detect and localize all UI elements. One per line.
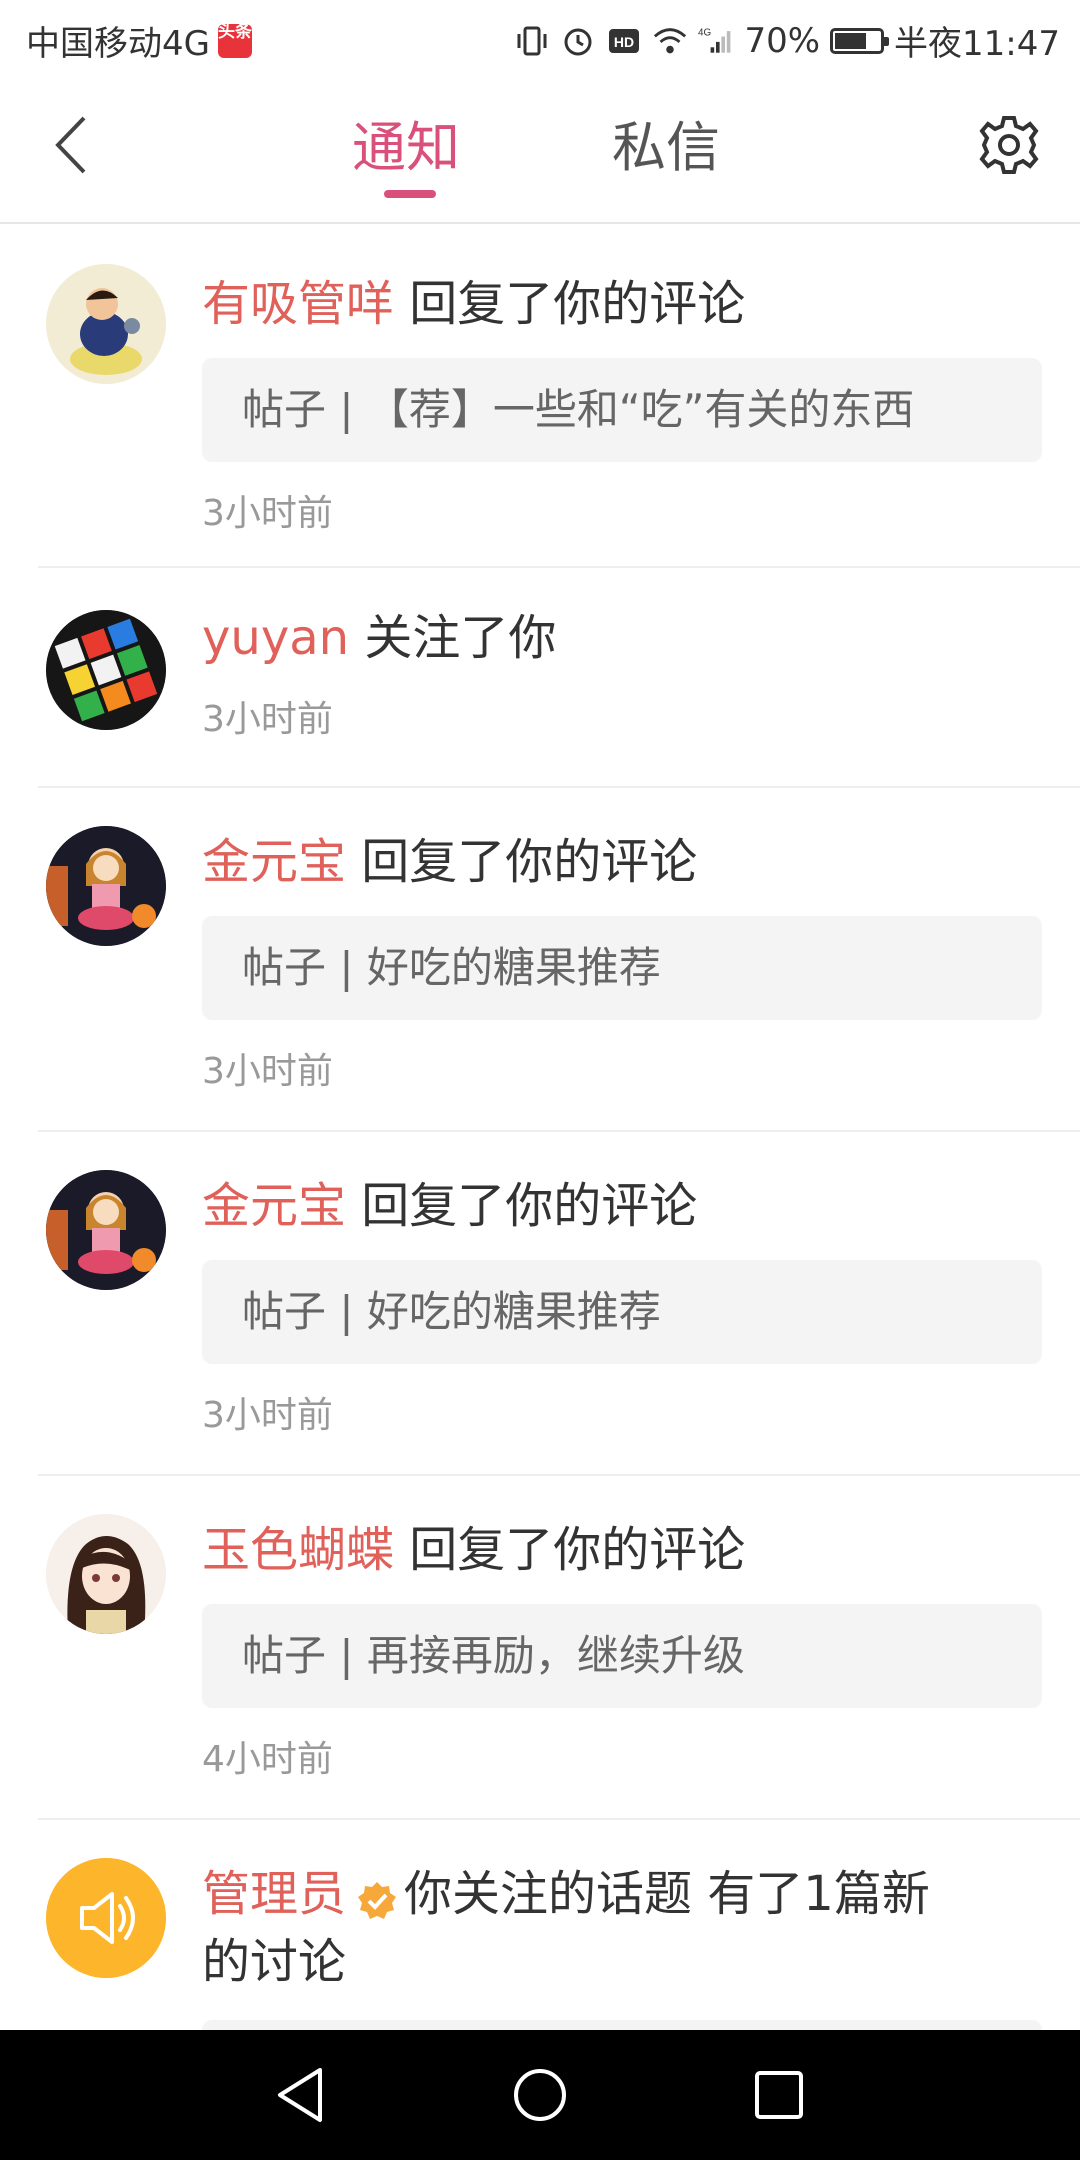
hd-icon: HD	[606, 23, 642, 59]
notification-item[interactable]: 有吸管咩 回复了你的评论 帖子 | 【荐】一些和“吃”有关的东西 3小时前	[38, 224, 1080, 568]
action-text: 回复了你的评论	[394, 1522, 746, 1578]
action-text: 回复了你的评论	[394, 276, 746, 332]
notification-item[interactable]: 管理员 你关注的话题 有了1篇新 的讨论	[38, 1820, 1080, 2050]
username-link[interactable]: yuyan	[202, 610, 349, 666]
notification-item[interactable]: 金元宝 回复了你的评论 帖子 | 好吃的糖果推荐 3小时前	[38, 788, 1080, 1132]
action-text: 回复了你的评论	[346, 1178, 698, 1234]
svg-text:4G: 4G	[698, 27, 711, 38]
post-snippet-card[interactable]: 帖子 | 好吃的糖果推荐	[202, 916, 1042, 1020]
user-avatar[interactable]	[46, 1514, 166, 1634]
settings-gear-icon[interactable]	[976, 112, 1042, 178]
toutiao-badge-icon: 头条	[217, 23, 252, 58]
notification-text: 金元宝 回复了你的评论	[202, 1176, 697, 1236]
notification-list: 有吸管咩 回复了你的评论 帖子 | 【荐】一些和“吃”有关的东西 3小时前 yu…	[0, 224, 1080, 2050]
user-avatar[interactable]	[46, 610, 166, 730]
notification-item[interactable]: yuyan 关注了你 3小时前	[38, 568, 1080, 788]
post-snippet-card[interactable]: 帖子 | 再接再励，继续升级	[202, 1604, 1042, 1708]
tab-private-messages[interactable]: 私信	[612, 116, 720, 180]
admin-avatar[interactable]	[46, 1858, 166, 1978]
verified-badge-icon	[356, 1876, 398, 1919]
post-snippet-card[interactable]: 帖子 | 好吃的糖果推荐	[202, 1260, 1042, 1364]
notification-text: 金元宝 回复了你的评论	[202, 832, 697, 892]
nav-recents-icon[interactable]	[744, 2060, 814, 2130]
wifi-icon	[652, 23, 688, 59]
vibrate-icon	[514, 23, 550, 59]
action-text-continued: 的讨论	[202, 1934, 347, 1990]
timestamp: 3小时前	[202, 1395, 333, 1436]
notification-text: 有吸管咩 回复了你的评论	[202, 274, 745, 334]
user-avatar[interactable]	[46, 264, 166, 384]
system-navigation-bar	[0, 2030, 1080, 2160]
clock: 半夜11:47	[894, 24, 1060, 64]
username-link[interactable]: 有吸管咩	[202, 276, 394, 332]
tab-notifications[interactable]: 通知	[352, 116, 460, 180]
notification-text: 管理员 你关注的话题 有了1篇新	[202, 1864, 930, 1924]
signal-4g-icon: 4G	[698, 23, 734, 59]
action-text: 回复了你的评论	[346, 834, 698, 890]
active-tab-indicator	[384, 190, 436, 198]
username-link[interactable]: 金元宝	[202, 834, 346, 890]
action-text: 关注了你	[349, 610, 557, 666]
timestamp: 4小时前	[202, 1739, 333, 1780]
action-text: 你关注的话题 有了1篇新	[404, 1866, 930, 1922]
back-arrow-icon[interactable]	[44, 110, 104, 180]
post-snippet-card[interactable]: 帖子 | 【荐】一些和“吃”有关的东西	[202, 358, 1042, 462]
alarm-icon	[560, 23, 596, 59]
nav-back-icon[interactable]	[266, 2060, 336, 2130]
notification-text: yuyan 关注了你	[202, 608, 556, 668]
username-link[interactable]: 金元宝	[202, 1178, 346, 1234]
status-bar: 中国移动4G 头条 HD 4G 70% 半夜11:47	[0, 0, 1080, 72]
nav-home-icon[interactable]	[505, 2060, 575, 2130]
battery-percent: 70%	[744, 20, 821, 61]
timestamp: 3小时前	[202, 1051, 333, 1092]
top-nav-bar: 通知 私信	[0, 72, 1080, 224]
notification-item[interactable]: 玉色蝴蝶 回复了你的评论 帖子 | 再接再励，继续升级 4小时前	[38, 1476, 1080, 1820]
carrier-label: 中国移动4G	[26, 24, 210, 64]
notification-item[interactable]: 金元宝 回复了你的评论 帖子 | 好吃的糖果推荐 3小时前	[38, 1132, 1080, 1476]
notification-text: 玉色蝴蝶 回复了你的评论	[202, 1520, 745, 1580]
timestamp: 3小时前	[202, 699, 333, 740]
user-avatar[interactable]	[46, 1170, 166, 1290]
battery-icon	[830, 27, 890, 54]
username-link[interactable]: 管理员	[202, 1866, 346, 1922]
user-avatar[interactable]	[46, 826, 166, 946]
username-link[interactable]: 玉色蝴蝶	[202, 1522, 394, 1578]
svg-text:HD: HD	[614, 34, 634, 50]
timestamp: 3小时前	[202, 493, 333, 534]
